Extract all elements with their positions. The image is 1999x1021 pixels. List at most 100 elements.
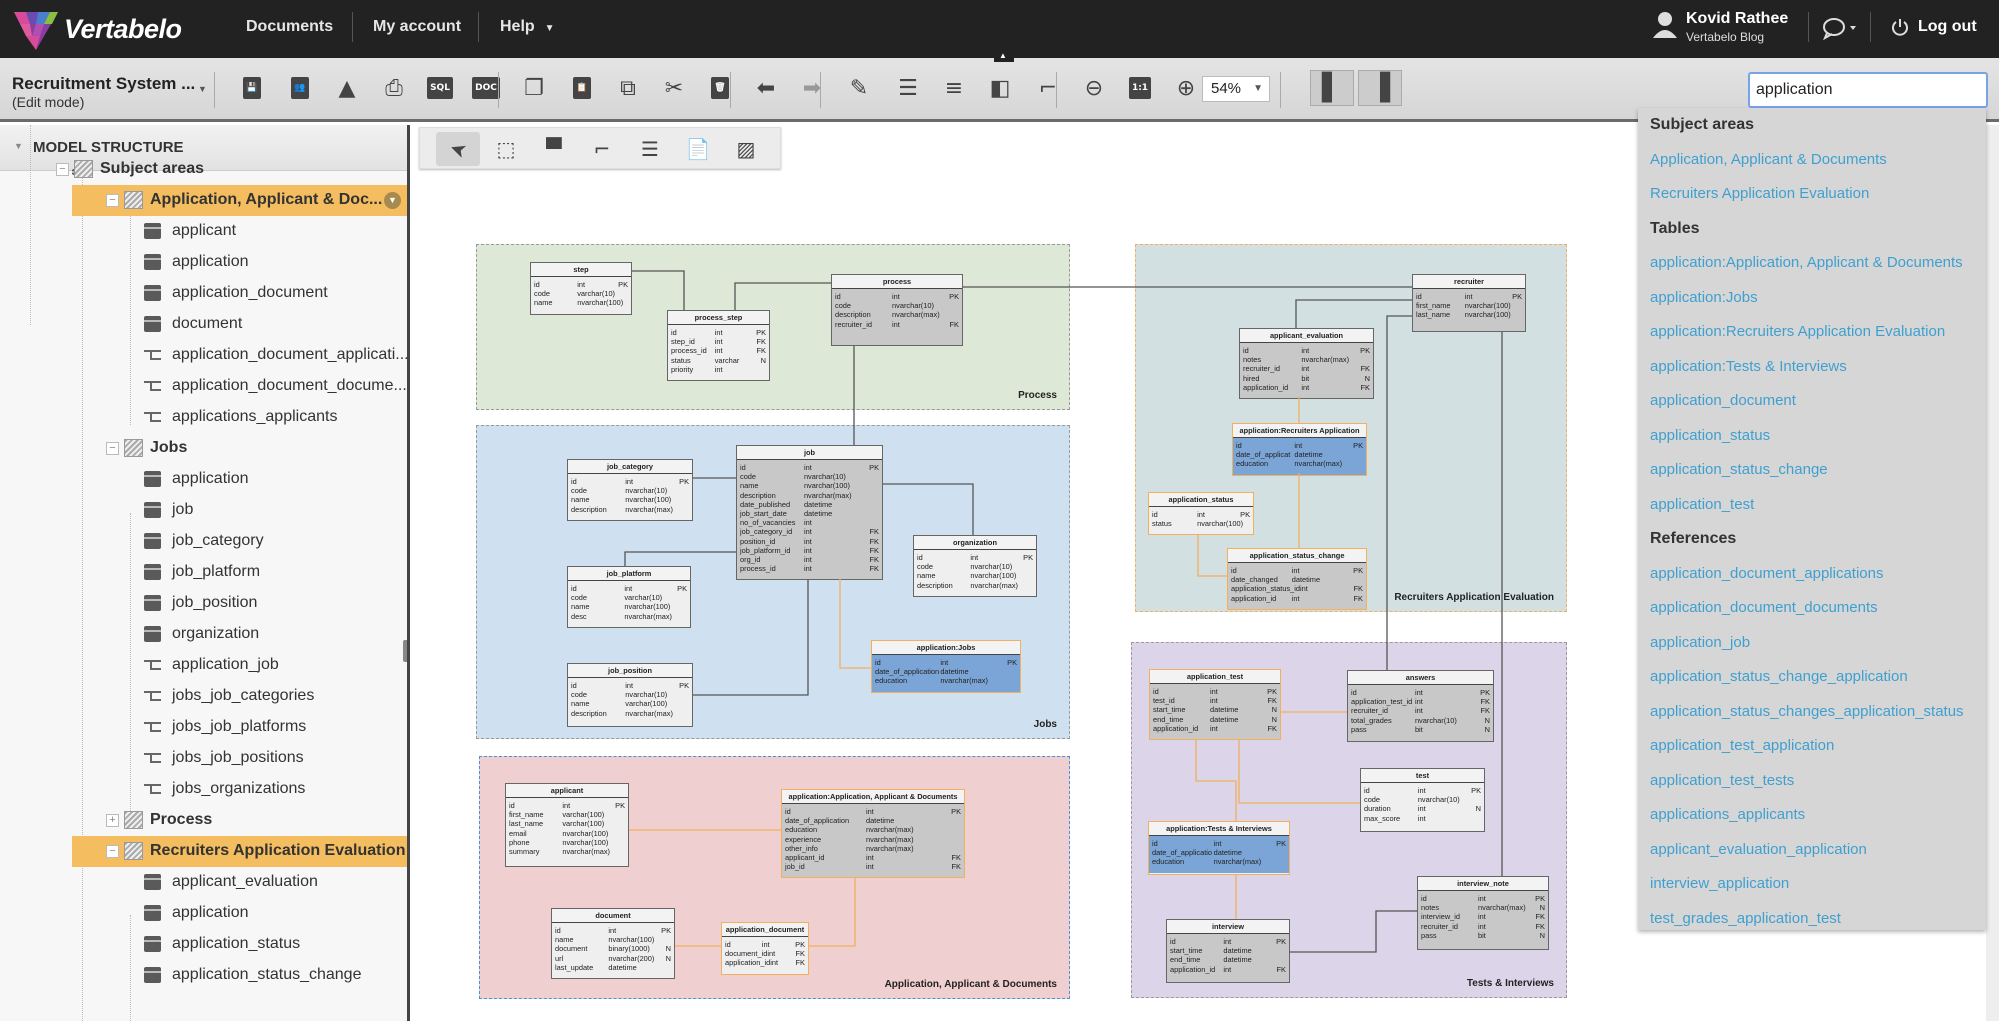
search-result-link[interactable]: application:Recruiters Application Evalu… (1650, 323, 1945, 340)
search-input[interactable] (1748, 72, 1988, 108)
tree-table[interactable]: application (0, 898, 407, 929)
relationship-line[interactable] (883, 483, 974, 535)
tree-table[interactable]: applicant (0, 216, 407, 247)
collapse-header-button[interactable]: ▲ (994, 51, 1014, 62)
tree-table[interactable]: job_platform (0, 557, 407, 588)
tree-table[interactable]: job_category (0, 526, 407, 557)
tree-subject-area[interactable]: − Recruiters Application Evaluation (72, 836, 407, 867)
relationship-line[interactable] (624, 551, 736, 566)
tree-table[interactable]: job (0, 495, 407, 526)
actual-size-button[interactable]: 1:1 (1124, 72, 1156, 104)
search-result-link[interactable]: application_job (1650, 634, 1750, 651)
zoom-out-button[interactable]: ⊖ (1078, 72, 1110, 104)
relationship-line[interactable] (1290, 910, 1417, 953)
nav-documents[interactable]: Documents (246, 0, 333, 58)
view-tool[interactable]: ☰ (628, 132, 672, 166)
tree-table[interactable]: organization (0, 619, 407, 650)
edit-style-button[interactable]: ✎ (843, 72, 875, 104)
tree-table[interactable]: application_document (0, 278, 407, 309)
tree-reference[interactable]: application_document_docume... (0, 371, 407, 402)
relationship-line[interactable] (1386, 315, 1412, 670)
search-result-link[interactable]: Recruiters Application Evaluation (1650, 185, 1869, 202)
search-result-link[interactable]: application_document_applications (1650, 565, 1884, 582)
relationship-line[interactable] (1295, 299, 1412, 328)
relationship-line[interactable] (693, 579, 809, 696)
tree-reference[interactable]: jobs_job_platforms (0, 712, 407, 743)
search-result-link[interactable]: application:Jobs (1650, 289, 1758, 306)
nav-my-account[interactable]: My account (373, 0, 461, 58)
search-result-link[interactable]: application_test (1650, 496, 1754, 513)
tree-table[interactable]: application_status_change (0, 960, 407, 991)
search-result-link[interactable]: application_document (1650, 392, 1796, 409)
tree-subject-area[interactable]: − Subject areas (0, 154, 407, 185)
tree-reference[interactable]: application_job (0, 650, 407, 681)
tree-table[interactable]: application (0, 464, 407, 495)
relationship-line[interactable] (809, 877, 856, 947)
relationship-line[interactable] (632, 270, 685, 310)
relationship-line[interactable] (1197, 534, 1227, 577)
zoom-select[interactable]: 54% ▼ (1202, 76, 1270, 102)
collapse-icon[interactable]: − (106, 845, 119, 858)
share-button[interactable]: 👥 (284, 72, 316, 104)
search-result-link[interactable]: test_grades_application_test (1650, 910, 1841, 927)
tree-subject-area[interactable]: − Application, Applicant & Doc... ▼ (72, 185, 407, 216)
search-result-link[interactable]: Application, Applicant & Documents (1650, 151, 1887, 168)
tree-table[interactable]: application (0, 247, 407, 278)
item-menu-icon[interactable]: ▼ (384, 192, 401, 209)
line-style-button[interactable]: ⌐ (1032, 72, 1064, 104)
collapse-icon[interactable]: − (106, 442, 119, 455)
align-button[interactable]: ☰ (892, 72, 924, 104)
cut-button[interactable]: ✂ (658, 72, 690, 104)
export-image-button[interactable]: ▲ (331, 72, 363, 104)
table-tool[interactable]: ▀ (532, 132, 576, 166)
right-panel-button[interactable]: ▐ (1358, 70, 1402, 106)
duplicate-button[interactable]: ⧉ (612, 72, 644, 104)
search-result-link[interactable]: application_test_application (1650, 737, 1834, 754)
tree-reference[interactable]: jobs_job_positions (0, 743, 407, 774)
search-result-link[interactable]: application:Application, Applicant & Doc… (1650, 254, 1963, 271)
expand-icon[interactable]: + (106, 814, 119, 827)
arrange-button[interactable]: ◧ (984, 72, 1016, 104)
relationship-line[interactable] (1195, 739, 1237, 821)
relationship-line[interactable] (734, 282, 831, 310)
reference-tool[interactable]: ⌐ (580, 132, 624, 166)
search-result-link[interactable]: applicant_evaluation_application (1650, 841, 1867, 858)
tree-table[interactable]: document (0, 309, 407, 340)
tree-reference[interactable]: jobs_job_categories (0, 681, 407, 712)
vertabelo-logo[interactable]: Vertabelo (12, 8, 192, 52)
collapse-icon[interactable]: − (106, 194, 119, 207)
subject-area-tool[interactable]: ▨ (724, 132, 768, 166)
tree-table[interactable]: application_status (0, 929, 407, 960)
diagram-canvas[interactable]: Process Jobs Application, Applicant & Docu… (413, 125, 1643, 1021)
save-button[interactable]: 💾 (236, 72, 268, 104)
search-result-link[interactable]: application:Tests & Interviews (1650, 358, 1847, 375)
redo-button[interactable]: ➡ (796, 72, 828, 104)
delete-button[interactable]: 🗑 (704, 72, 736, 104)
tree-table[interactable]: job_position (0, 588, 407, 619)
note-tool[interactable]: 📄 (676, 132, 720, 166)
copy-button[interactable]: ❐ (518, 72, 550, 104)
search-result-link[interactable]: applications_applicants (1650, 806, 1805, 823)
panel-resize-handle[interactable] (403, 640, 407, 662)
zoom-in-button[interactable]: ⊕ (1170, 72, 1202, 104)
print-button[interactable]: ⎙ (378, 72, 410, 104)
search-result-link[interactable]: application_document_documents (1650, 599, 1878, 616)
search-result-link[interactable]: application_status_changes_application_s… (1650, 703, 1964, 720)
relationship-line[interactable] (839, 579, 871, 669)
relationship-line[interactable] (1238, 739, 1360, 804)
user-menu[interactable]: Kovid Rathee Vertabelo Blog (1652, 10, 1788, 45)
chat-button[interactable] (1822, 16, 1860, 45)
tree-reference[interactable]: jobs_organizations (0, 774, 407, 805)
tree-subject-area[interactable]: + Process (0, 805, 407, 836)
search-result-link[interactable]: application_status (1650, 427, 1770, 444)
select-tool[interactable]: ➤ (436, 132, 480, 166)
distribute-button[interactable]: ≡ (938, 72, 970, 104)
undo-button[interactable]: ⬅ (750, 72, 782, 104)
tree-reference[interactable]: applications_applicants (0, 402, 407, 433)
search-result-link[interactable]: application_status_change (1650, 461, 1828, 478)
logout-button[interactable]: Log out (1890, 17, 1977, 37)
collapse-icon[interactable]: − (56, 163, 69, 176)
area-select-tool[interactable]: ⬚ (484, 132, 528, 166)
tree-subject-area[interactable]: − Jobs (0, 433, 407, 464)
left-panel-button[interactable]: ▌ (1310, 70, 1354, 106)
